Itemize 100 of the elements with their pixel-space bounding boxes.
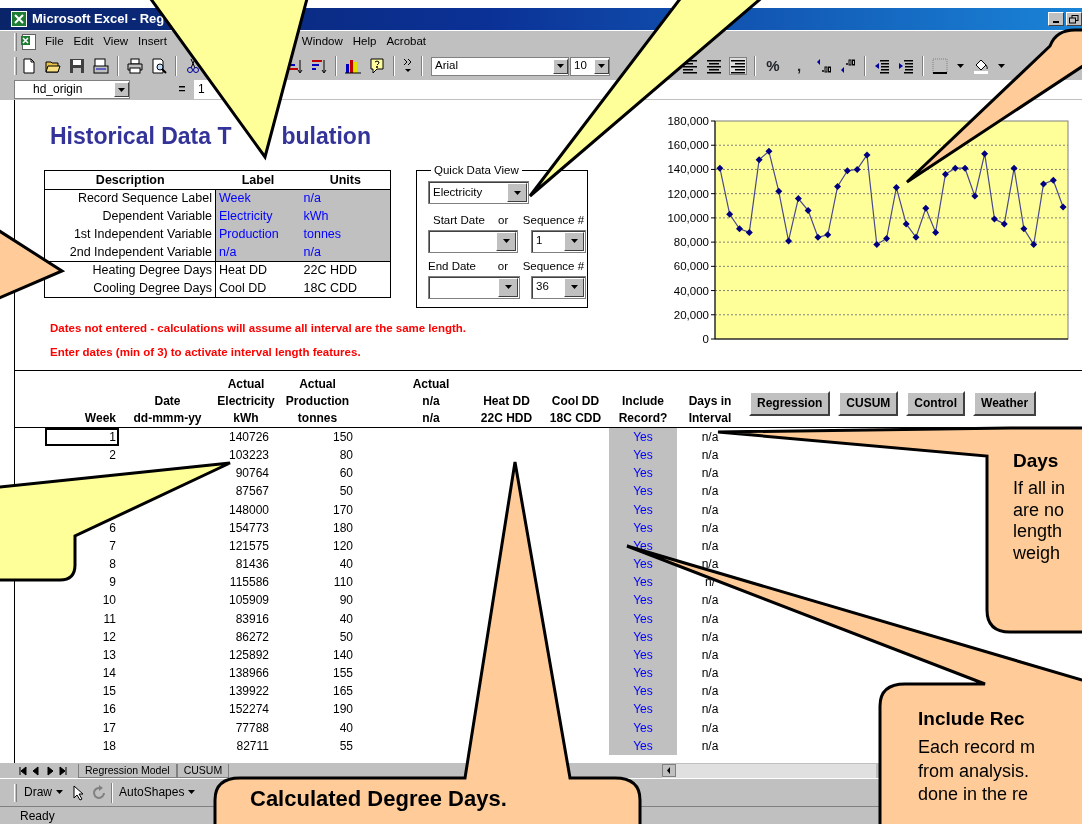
percent-style-button[interactable]: % bbox=[764, 54, 782, 78]
table-cell-text: 90764 bbox=[234, 465, 270, 483]
table-cell-text: 155 bbox=[331, 665, 354, 683]
table-cell: 1st Independent Variable bbox=[44, 225, 216, 244]
dropdown[interactable]: 36 bbox=[531, 275, 586, 299]
table-cell-text: 110 bbox=[332, 574, 354, 592]
column-header: Actual Electricity kWh bbox=[216, 376, 276, 427]
table-cell: Yes bbox=[609, 664, 677, 683]
table-cell-text: 121575 bbox=[227, 537, 270, 555]
table-cell-text: 87567 bbox=[234, 483, 270, 501]
field-label: Sequence # bbox=[522, 214, 586, 228]
table-cell-text: n/a bbox=[700, 683, 720, 701]
callout-text: done in the re bbox=[918, 783, 1030, 806]
field-label: Sequence # bbox=[522, 259, 586, 274]
table-cell-text: 150 bbox=[331, 429, 354, 446]
table-cell[interactable]: 1 bbox=[109, 428, 116, 447]
table-cell-text: 40 bbox=[338, 719, 354, 737]
table-cell-text: 140 bbox=[331, 646, 354, 664]
sheet-button[interactable]: CUSUM bbox=[838, 391, 899, 416]
callout-text: Each record m bbox=[918, 736, 1036, 759]
table-cell-text: 60 bbox=[338, 465, 354, 483]
axis-label: 180,000 bbox=[667, 115, 709, 127]
table-cell[interactable]: 8 bbox=[109, 555, 116, 574]
menu-item[interactable]: File bbox=[43, 34, 66, 50]
menu-button[interactable]: Draw bbox=[21, 784, 66, 801]
menu-item[interactable]: Edit bbox=[71, 34, 96, 50]
table-cell-text: n/a bbox=[700, 447, 720, 465]
table-cell[interactable]: 14 bbox=[102, 664, 116, 683]
table-cell-text: n/a bbox=[700, 556, 720, 574]
table-cell[interactable]: 10 bbox=[102, 591, 116, 610]
table-cell-text: n/a bbox=[700, 465, 720, 483]
table-cell-text: 152274 bbox=[227, 701, 270, 719]
axis-label: 60,000 bbox=[673, 260, 709, 273]
table-cell[interactable]: 9 bbox=[109, 573, 116, 592]
table-cell[interactable]: 6 bbox=[109, 518, 116, 537]
font-size-dropdown[interactable]: 10 bbox=[570, 56, 610, 76]
table-cell: Yes bbox=[609, 591, 677, 610]
field-label: Start Date bbox=[432, 214, 486, 228]
table-cell-text: n/a bbox=[700, 646, 720, 664]
table-cell: Yes bbox=[609, 700, 677, 719]
table-cell-text: n/a bbox=[700, 665, 720, 683]
table-cell-text: 80 bbox=[338, 447, 354, 465]
table-cell-text: n/a bbox=[700, 701, 720, 719]
table-cell[interactable]: 16 bbox=[102, 700, 116, 719]
sheet-tab[interactable]: CUSUM bbox=[176, 763, 230, 778]
group-label: Quick Data View bbox=[433, 164, 520, 177]
menu-item[interactable]: View bbox=[101, 34, 131, 50]
table-cell[interactable]: 13 bbox=[102, 645, 116, 665]
table-cell[interactable]: 11 bbox=[103, 609, 116, 628]
sheet-button[interactable]: Weather bbox=[973, 391, 1037, 416]
table-cell: Yes bbox=[609, 482, 677, 501]
callout-text: from analysis. bbox=[918, 759, 1031, 783]
table-cell-text: n/a bbox=[700, 483, 720, 501]
callout-text: are no bbox=[1013, 499, 1066, 521]
table-cell: 22C HDD bbox=[300, 261, 391, 280]
menu-item[interactable]: Insert bbox=[136, 34, 169, 50]
field-label: or bbox=[498, 214, 510, 228]
table-cell: Yes bbox=[609, 682, 677, 701]
name-box[interactable]: hd_origin bbox=[14, 80, 130, 99]
dropdown[interactable]: 1 bbox=[531, 229, 586, 253]
table-cell[interactable]: 7 bbox=[109, 536, 116, 556]
column-header: Week bbox=[83, 410, 117, 427]
callout-text: length bbox=[1013, 521, 1064, 543]
comma-style-button[interactable]: , bbox=[790, 54, 808, 78]
menu-button[interactable]: AutoShapes bbox=[116, 784, 199, 801]
table-cell-text: n/a bbox=[700, 537, 720, 555]
column-header: Heat DD 22C HDD bbox=[479, 393, 534, 427]
callout-heading: Days bbox=[1013, 449, 1060, 472]
table-cell[interactable]: 12 bbox=[102, 627, 116, 646]
column-header: Actual n/a n/a bbox=[411, 376, 451, 427]
sheet-button[interactable]: Regression bbox=[749, 391, 831, 416]
table-cell: Cool DD bbox=[215, 279, 301, 298]
table-cell-text: 138966 bbox=[227, 665, 270, 683]
column-header: Label bbox=[215, 170, 301, 190]
table-cell-text: 105909 bbox=[227, 592, 270, 610]
table-cell-text: n/a bbox=[700, 501, 720, 519]
table-cell-text: n/a bbox=[700, 610, 720, 628]
warning-text: Dates not entered - calculations will assume all interval are the same length. bbox=[50, 321, 468, 336]
table-cell[interactable]: 17 bbox=[102, 718, 116, 737]
table-cell-text: 165 bbox=[331, 683, 354, 701]
axis-label: 160,000 bbox=[667, 139, 709, 152]
table-cell[interactable]: 15 bbox=[102, 682, 116, 701]
menu-item[interactable]: Help bbox=[350, 34, 379, 50]
font-dropdown[interactable]: Arial bbox=[431, 56, 569, 76]
axis-label: 100,000 bbox=[667, 211, 709, 224]
column-header: Units bbox=[300, 170, 391, 190]
dropdown[interactable]: Electricity bbox=[428, 181, 529, 204]
table-cell-text: 40 bbox=[338, 556, 354, 574]
menu-item[interactable]: Acrobat bbox=[384, 34, 429, 50]
table-cell[interactable]: 2 bbox=[109, 446, 116, 465]
table-cell-text: 148000 bbox=[227, 501, 270, 519]
table-cell-text: 83916 bbox=[234, 610, 270, 628]
table-cell[interactable]: 18 bbox=[102, 736, 116, 755]
axis-label: 20,000 bbox=[673, 308, 709, 321]
table-cell: Yes bbox=[609, 428, 677, 447]
sheet-tab[interactable]: Regression Model bbox=[78, 763, 177, 778]
menu-item[interactable]: Window bbox=[299, 34, 345, 50]
sheet-button[interactable]: Control bbox=[906, 391, 965, 416]
table-cell-text: n/a bbox=[700, 737, 720, 755]
cell-cursor[interactable]: 1 bbox=[45, 428, 119, 447]
